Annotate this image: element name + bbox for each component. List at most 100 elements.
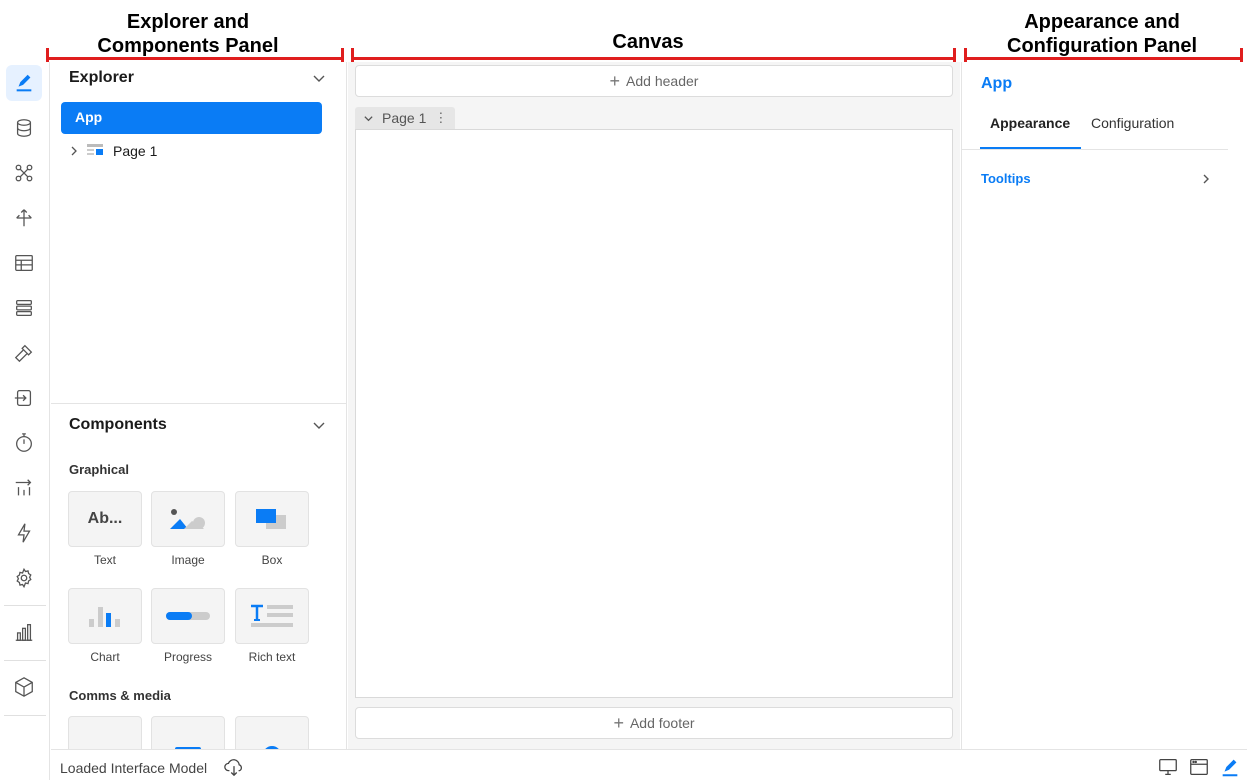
annotation-line-2: Components Panel [97, 35, 279, 57]
component-tile: Ab... [68, 491, 142, 547]
explorer-title: Explorer [69, 69, 134, 86]
database-icon [16, 119, 32, 137]
component-tile [151, 588, 225, 644]
annotation-line-1: Appearance and [1024, 11, 1180, 33]
annotation-bracket-center [352, 57, 956, 60]
icon-rail [0, 62, 50, 780]
page-frame[interactable] [355, 129, 953, 698]
component-label: Rich text [248, 650, 296, 664]
stopwatch-icon [16, 433, 32, 452]
annotation-appearance-config: Appearance and Configuration Panel [972, 10, 1232, 58]
component-message[interactable] [151, 716, 225, 749]
lightning-icon [17, 523, 31, 543]
split-arrows-icon [16, 209, 32, 227]
component-tile [68, 588, 142, 644]
plus-icon: + [609, 70, 621, 91]
desktop-view-icon[interactable] [1157, 756, 1179, 778]
annotation-bracket-right [965, 57, 1243, 60]
rail-divider [4, 715, 46, 716]
cloud-download-icon[interactable] [223, 756, 245, 778]
tree-item-page[interactable]: Page 1 [69, 140, 157, 162]
rail-actions-button[interactable] [6, 515, 42, 551]
rail-network-button[interactable] [6, 155, 42, 191]
component-text[interactable]: Ab... Text [68, 491, 142, 567]
bar-chart-icon [15, 624, 33, 641]
image-component-icon [170, 509, 205, 529]
chevron-right-icon[interactable] [69, 146, 79, 156]
rail-split-button[interactable] [6, 200, 42, 236]
chart-component-icon [89, 607, 120, 627]
component-image[interactable]: Image [151, 491, 225, 567]
component-rich-text[interactable]: Rich text [235, 588, 309, 664]
component-tile [235, 716, 309, 749]
rail-analytics-button[interactable] [6, 614, 42, 650]
text-component-icon: Ab... [87, 510, 123, 527]
selected-element-title: App [981, 75, 1013, 92]
add-footer-button[interactable]: + Add footer [355, 707, 953, 739]
tabs-divider [962, 149, 1228, 150]
component-box[interactable]: Box [235, 491, 309, 567]
hammer-icon [14, 344, 33, 363]
component-player[interactable] [235, 716, 309, 749]
section-comms-media-label: Comms & media [69, 688, 171, 703]
kebab-menu-icon[interactable]: ⋮ [434, 110, 447, 126]
tree-item-app[interactable]: App [61, 102, 322, 134]
browser-window-icon[interactable] [1188, 756, 1210, 778]
explorer-collapse-chevron-icon[interactable] [312, 71, 326, 85]
add-header-button[interactable]: + Add header [355, 65, 953, 97]
rail-settings-button[interactable] [6, 560, 42, 596]
pencil-icon [16, 74, 32, 92]
flow-icon [15, 479, 32, 496]
component-video[interactable] [68, 716, 142, 749]
component-tile [151, 716, 225, 749]
annotation-line-2: Configuration Panel [1007, 35, 1197, 57]
annotation-line-1: Explorer and [126, 11, 250, 33]
status-text: Loaded Interface Model [60, 760, 208, 776]
table-icon [15, 255, 33, 271]
rail-timer-button[interactable] [6, 425, 42, 461]
gear-icon [16, 567, 32, 589]
section-graphical-label: Graphical [69, 462, 129, 477]
components-collapse-chevron-icon[interactable] [312, 418, 326, 432]
page-tab[interactable]: Page 1 ⋮ [355, 107, 456, 129]
tab-appearance[interactable]: Appearance [990, 115, 1070, 131]
annotation-bracket-left [46, 57, 344, 60]
progress-component-icon [166, 612, 210, 620]
component-progress[interactable]: Progress [151, 588, 225, 664]
chevron-down-icon[interactable] [363, 113, 374, 124]
edit-mode-icon[interactable] [1219, 756, 1241, 778]
rail-design-button[interactable] [6, 65, 42, 101]
panel-divider [51, 403, 347, 404]
component-label: Image [171, 553, 205, 567]
explorer-components-panel: Explorer App Page 1 Components Graphical… [51, 62, 347, 749]
tooltips-section[interactable]: Tooltips [981, 171, 1031, 186]
component-label: Text [93, 553, 116, 567]
tab-configuration[interactable]: Configuration [1091, 115, 1174, 131]
rail-package-button[interactable] [6, 669, 42, 705]
annotation-canvas: Canvas [548, 30, 748, 54]
annotation-canvas-text: Canvas [612, 31, 684, 53]
chevron-right-icon[interactable] [1200, 172, 1212, 186]
annotation-explorer-components: Explorer and Components Panel [60, 10, 316, 58]
rail-divider [4, 660, 46, 661]
component-tile [151, 491, 225, 547]
rail-stack-button[interactable] [6, 290, 42, 326]
add-header-label: Add header [626, 73, 699, 89]
appearance-config-panel: App Appearance Configuration Tooltips [961, 62, 1247, 749]
rail-import-button[interactable] [6, 380, 42, 416]
rail-table-button[interactable] [6, 245, 42, 281]
rail-build-button[interactable] [6, 335, 42, 371]
rail-data-button[interactable] [6, 110, 42, 146]
page-tab-label: Page 1 [382, 110, 427, 126]
component-tile [235, 588, 309, 644]
component-tile [68, 716, 142, 749]
component-label: Chart [90, 650, 120, 664]
component-tile [235, 491, 309, 547]
status-bar: Loaded Interface Model [51, 749, 1247, 780]
component-chart[interactable]: Chart [68, 588, 142, 664]
rail-divider [4, 605, 46, 606]
page-icon [87, 144, 103, 155]
cube-icon [15, 677, 33, 697]
rail-flow-button[interactable] [6, 470, 42, 506]
stack-icon [16, 300, 32, 316]
